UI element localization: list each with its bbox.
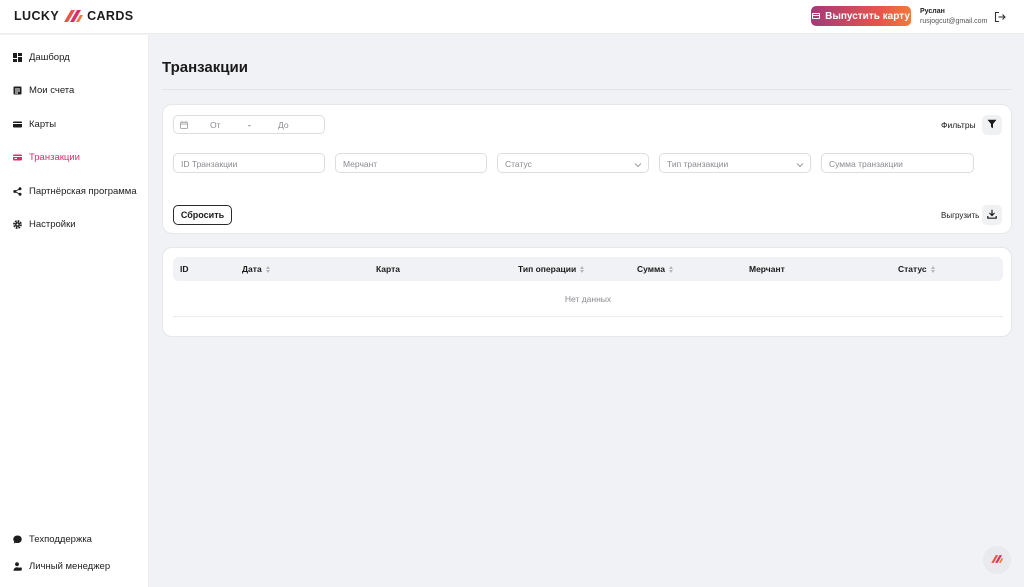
transaction-type-placeholder: Тип транзакции xyxy=(667,159,729,169)
date-range-picker[interactable]: От - До xyxy=(173,115,325,134)
status-select-placeholder: Статус xyxy=(505,159,532,169)
column-header-label: Сумма xyxy=(637,264,665,274)
accounts-icon xyxy=(13,86,22,95)
page-title: Транзакции xyxy=(162,59,248,76)
empty-state-text: Нет данных xyxy=(564,294,612,304)
title-divider xyxy=(162,89,1012,90)
manager-icon xyxy=(13,561,22,571)
sidebar-item-accounts[interactable]: Мои счета xyxy=(13,82,74,98)
status-select[interactable]: Статус xyxy=(497,153,649,173)
issue-card-label: Выпустить карту xyxy=(825,10,910,22)
export-button[interactable] xyxy=(982,205,1002,225)
column-header-status[interactable]: Статус xyxy=(898,264,935,274)
sidebar-item-personal-manager[interactable]: Личный менеджер xyxy=(13,558,110,574)
brand-mark-icon xyxy=(990,551,1004,569)
sidebar-item-label: Мои счета xyxy=(29,84,75,96)
brand-logo-right: CARDS xyxy=(87,9,134,23)
floating-brand-button[interactable] xyxy=(983,546,1011,574)
card-icon xyxy=(812,13,821,19)
sidebar-item-support[interactable]: Техподдержка xyxy=(13,531,92,547)
sidebar-item-label: Карты xyxy=(29,118,57,130)
user-name: Руслан xyxy=(920,8,945,15)
column-header-id: ID xyxy=(180,264,189,274)
date-from-field[interactable]: От xyxy=(210,120,221,130)
user-info[interactable]: Руслан rusjogcut@gmail.com xyxy=(920,7,987,27)
dashboard-icon xyxy=(13,52,22,62)
column-header-label: Дата xyxy=(242,264,262,274)
column-header-card: Карта xyxy=(376,264,400,274)
transaction-amount-input[interactable]: Сумма транзакции xyxy=(821,153,974,173)
sidebar-item-partner-program[interactable]: Партнёрская программа xyxy=(13,183,137,199)
logout-icon[interactable] xyxy=(994,10,1006,23)
filters-panel: От - До Фильтры ID Транзакции Мерчант Ст… xyxy=(162,104,1012,234)
sort-icon[interactable] xyxy=(668,265,673,273)
column-header-label: Мерчант xyxy=(749,264,785,274)
column-header-operation-type[interactable]: Тип операции xyxy=(518,264,585,274)
column-header-merchant: Мерчант xyxy=(749,264,785,274)
filters-label: Фильтры xyxy=(941,120,976,130)
funnel-icon xyxy=(987,116,997,134)
transactions-icon xyxy=(13,153,22,162)
column-header-label: ID xyxy=(180,264,189,274)
sidebar-item-label: Дашборд xyxy=(29,51,70,63)
column-header-label: Статус xyxy=(898,264,927,274)
transaction-type-select[interactable]: Тип транзакции xyxy=(659,153,811,173)
chevron-down-icon xyxy=(634,160,642,170)
download-icon xyxy=(987,206,997,224)
issue-card-button[interactable]: Выпустить карту xyxy=(811,6,911,26)
transaction-id-input[interactable]: ID Транзакции xyxy=(173,153,325,173)
sidebar-item-label: Техподдержка xyxy=(29,533,92,545)
sidebar-item-label: Личный менеджер xyxy=(29,560,111,572)
export-label: Выгрузить xyxy=(941,211,980,220)
share-icon xyxy=(13,186,22,196)
sidebar-item-dashboard[interactable]: Дашборд xyxy=(13,49,70,65)
column-header-label: Тип операции xyxy=(518,264,577,274)
user-email: rusjogcut@gmail.com xyxy=(920,18,988,25)
chevron-down-icon xyxy=(796,160,804,170)
brand-logo-left: LUCKY xyxy=(14,9,60,23)
merchant-input[interactable]: Мерчант xyxy=(335,153,487,173)
sidebar-item-label: Транзакции xyxy=(29,151,80,163)
table-divider xyxy=(173,316,1003,317)
sort-icon[interactable] xyxy=(580,265,585,273)
table-header: ID Дата Карта Тип операции Сумма Мерчант… xyxy=(173,257,1003,281)
gear-icon xyxy=(13,219,22,229)
brand-logo[interactable]: LUCKY CARDS xyxy=(14,8,134,24)
transactions-table-panel: ID Дата Карта Тип операции Сумма Мерчант… xyxy=(162,247,1012,337)
reset-button[interactable]: Сбросить xyxy=(173,205,232,225)
sidebar-item-settings[interactable]: Настройки xyxy=(13,216,76,232)
date-separator: - xyxy=(248,120,251,130)
column-header-label: Карта xyxy=(376,264,400,274)
sort-icon[interactable] xyxy=(930,265,935,273)
column-header-date[interactable]: Дата xyxy=(242,264,270,274)
sidebar: Дашборд Мои счета Карты Транзакции Партн… xyxy=(0,35,149,587)
sidebar-item-cards[interactable]: Карты xyxy=(13,116,56,132)
card-icon xyxy=(13,120,22,129)
brand-mark-icon xyxy=(62,9,84,23)
filters-button[interactable] xyxy=(982,115,1002,135)
sort-icon[interactable] xyxy=(265,265,270,273)
sidebar-item-transactions[interactable]: Транзакции xyxy=(13,149,80,165)
chat-icon xyxy=(13,535,22,544)
column-header-amount[interactable]: Сумма xyxy=(637,264,673,274)
top-header: LUCKY CARDS Выпустить карту Руслан rusjo… xyxy=(0,0,1024,34)
date-to-field[interactable]: До xyxy=(278,120,289,130)
sidebar-item-label: Партнёрская программа xyxy=(29,185,137,197)
sidebar-item-label: Настройки xyxy=(29,218,76,230)
calendar-icon xyxy=(180,121,188,131)
